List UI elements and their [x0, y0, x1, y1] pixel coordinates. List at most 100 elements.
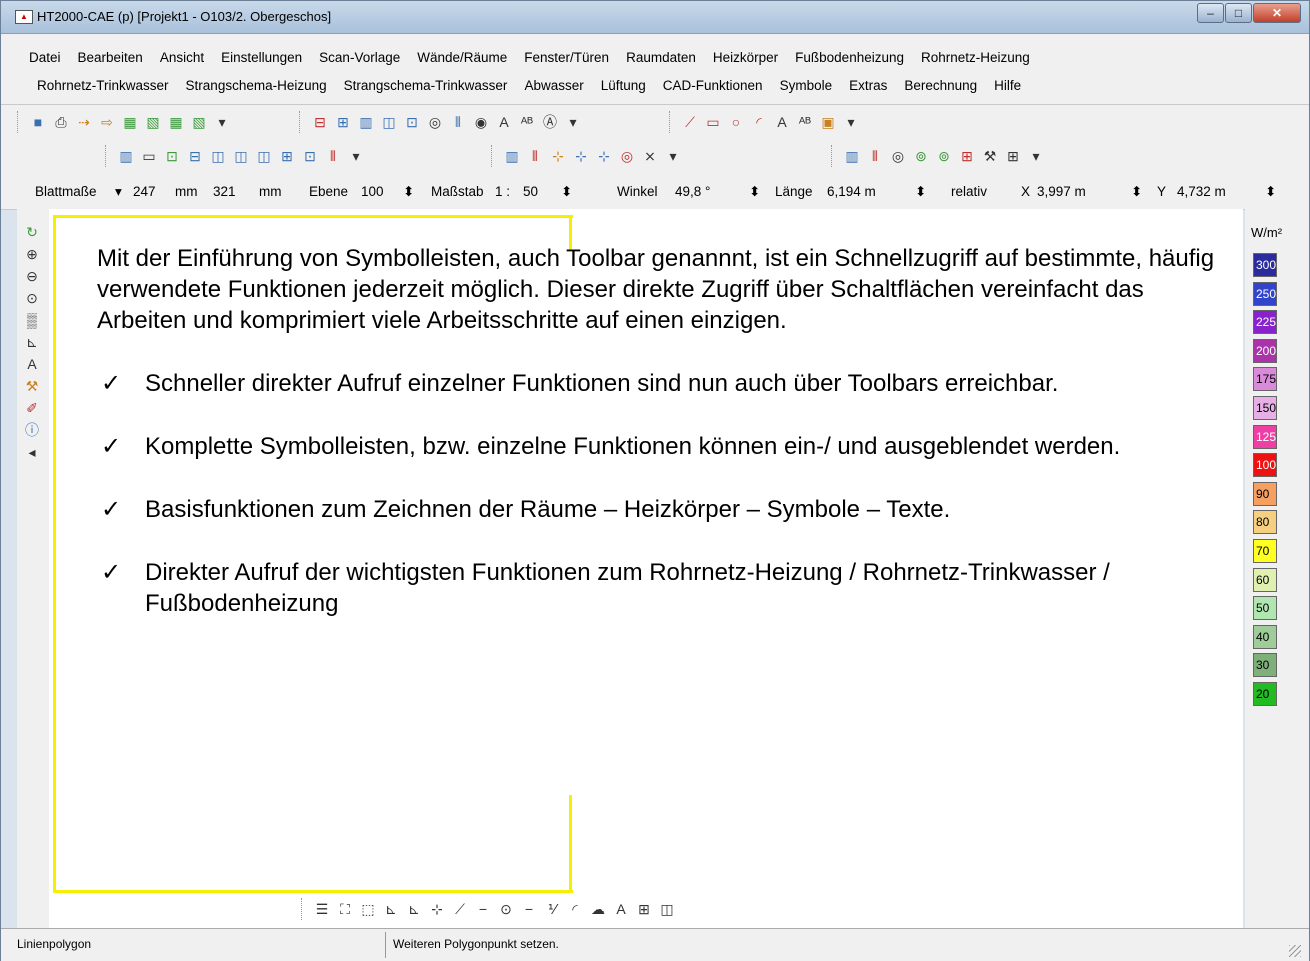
polygon-icon[interactable]: ⬚	[359, 900, 377, 918]
angle-icon[interactable]: ⊾	[382, 900, 400, 918]
table-icon[interactable]: ⊞	[1004, 147, 1022, 165]
dimension-icon[interactable]: −	[520, 900, 538, 918]
polygon-icon[interactable]: ⛶	[336, 900, 354, 918]
room-icon[interactable]: ⊡	[301, 147, 319, 165]
import-icon[interactable]: ⇢	[75, 113, 93, 131]
grid-icon[interactable]: ▒	[23, 311, 41, 329]
dwg-export-icon[interactable]: ▧	[190, 113, 208, 131]
toolbar-dropdown-icon[interactable]: ▾	[1027, 147, 1045, 165]
y-input[interactable]: 4,732 m	[1177, 184, 1226, 199]
menu-lueftung[interactable]: Lüftung	[601, 78, 646, 102]
toolbar-grip[interactable]	[105, 145, 109, 167]
radiator-icon[interactable]: ▥	[503, 147, 521, 165]
horizontal-line-icon[interactable]: −	[474, 900, 492, 918]
angle-icon[interactable]: ⊾	[23, 333, 41, 351]
menu-rohrnetz-heizung[interactable]: Rohrnetz-Heizung	[921, 50, 1030, 74]
menu-heizkoerper[interactable]: Heizkörper	[713, 50, 778, 74]
title-bar[interactable]: ▲ HT2000-CAE (p) [Projekt1 - O103/2. Obe…	[1, 1, 1309, 34]
export-icon[interactable]: ⇨	[98, 113, 116, 131]
maximize-button[interactable]: □	[1225, 3, 1252, 23]
menu-abwasser[interactable]: Abwasser	[524, 78, 583, 102]
menu-bearbeiten[interactable]: Bearbeiten	[78, 50, 143, 74]
menu-rohrnetz-trinkwasser[interactable]: Rohrnetz-Trinkwasser	[37, 78, 169, 102]
y-spinner-icon[interactable]: ⬍	[1265, 184, 1276, 200]
pipe-icon[interactable]: ⊹	[595, 147, 613, 165]
heater-icon[interactable]: ◫	[209, 147, 227, 165]
eraser-icon[interactable]: ✐	[23, 399, 41, 417]
distributor-icon[interactable]: ⊞	[958, 147, 976, 165]
wall-icon[interactable]: ⊟	[311, 113, 329, 131]
radiator-icon[interactable]: ▥	[843, 147, 861, 165]
target-icon[interactable]: ◎	[426, 113, 444, 131]
menu-cad-funktionen[interactable]: CAD-Funktionen	[663, 78, 763, 102]
x-spinner-icon[interactable]: ⬍	[1131, 184, 1142, 200]
pipe-icon[interactable]: ⊹	[549, 147, 567, 165]
menu-fenster-tueren[interactable]: Fenster/Türen	[524, 50, 609, 74]
menu-raumdaten[interactable]: Raumdaten	[626, 50, 696, 74]
toolbar-grip[interactable]	[669, 111, 673, 133]
ebene-input[interactable]: 100	[361, 184, 384, 199]
text-icon[interactable]: A	[773, 113, 791, 131]
line-icon[interactable]: ⟋	[681, 113, 699, 131]
laenge-spinner-icon[interactable]: ⬍	[915, 184, 926, 200]
zoom-fit-icon[interactable]: ⊙	[23, 289, 41, 307]
menu-hilfe[interactable]: Hilfe	[994, 78, 1021, 102]
minimize-button[interactable]: –	[1197, 3, 1224, 23]
dxf-export-icon[interactable]: ▦	[167, 113, 185, 131]
toolbar-dropdown-icon[interactable]: ▾	[564, 113, 582, 131]
toolbar-dropdown-icon[interactable]: ▾	[213, 113, 231, 131]
dxf-import-icon[interactable]: ▦	[121, 113, 139, 131]
circle-icon[interactable]: ⊙	[497, 900, 515, 918]
label-icon[interactable]: ᴬᴮ	[796, 113, 814, 131]
arc-icon[interactable]: ◜	[750, 113, 768, 131]
room-icon[interactable]: ⊡	[163, 147, 181, 165]
refresh-icon[interactable]: ↻	[23, 223, 41, 241]
symbol-icon[interactable]: ⚒	[981, 147, 999, 165]
toolbar-dropdown-icon[interactable]: ▾	[664, 147, 682, 165]
toolbar-dropdown-icon[interactable]: ▾	[347, 147, 365, 165]
toolbar-dropdown-icon[interactable]: ▾	[842, 113, 860, 131]
app-logo-icon[interactable]: ▲	[15, 10, 33, 24]
menu-datei[interactable]: Datei	[29, 50, 61, 74]
toolbar-grip[interactable]	[299, 111, 303, 133]
bars-icon[interactable]: ⫴	[449, 113, 467, 131]
x-input[interactable]: 3,997 m	[1037, 184, 1086, 199]
menu-waende-raeume[interactable]: Wände/Räume	[417, 50, 507, 74]
circle-icon[interactable]: ○	[727, 113, 745, 131]
radiator-icon[interactable]: ▥	[117, 147, 135, 165]
fitting-icon[interactable]: ⊚	[935, 147, 953, 165]
arc-icon[interactable]: ◜	[566, 900, 584, 918]
resize-grip[interactable]	[1289, 945, 1301, 957]
label-icon[interactable]: ᴬᴮ	[518, 113, 536, 131]
blattmasse-dropdown-icon[interactable]: ▾	[115, 184, 122, 200]
massstab-spinner-icon[interactable]: ⬍	[561, 184, 572, 200]
menu-extras[interactable]: Extras	[849, 78, 887, 102]
tool-icon[interactable]: ⚒	[23, 377, 41, 395]
menu-einstellungen[interactable]: Einstellungen	[221, 50, 302, 74]
room-icon[interactable]: ⊡	[403, 113, 421, 131]
target-icon[interactable]: ◎	[889, 147, 907, 165]
toolbar-grip[interactable]	[491, 145, 495, 167]
zoom-in-icon[interactable]: ⊕	[23, 245, 41, 263]
scale-icon[interactable]: ⅟	[543, 900, 561, 918]
cloud-icon[interactable]: ☁	[589, 900, 607, 918]
menu-ansicht[interactable]: Ansicht	[160, 50, 204, 74]
heater-icon[interactable]: ◫	[255, 147, 273, 165]
pump-icon[interactable]: ◎	[618, 147, 636, 165]
image-icon[interactable]: ▣	[819, 113, 837, 131]
text-icon[interactable]: A	[495, 113, 513, 131]
sheet-width-input[interactable]: 247	[133, 184, 156, 199]
zoom-out-icon[interactable]: ⊖	[23, 267, 41, 285]
toolbar-grip[interactable]	[17, 111, 21, 133]
massstab-input[interactable]: 50	[523, 184, 538, 199]
print-icon[interactable]: ⎙	[52, 113, 70, 131]
pipe-icon[interactable]: ⊹	[572, 147, 590, 165]
compass-icon[interactable]: Ⓐ	[541, 113, 559, 131]
close-button[interactable]: ✕	[1253, 3, 1301, 23]
radiator-icon[interactable]: ▥	[357, 113, 375, 131]
door-icon[interactable]: ◫	[658, 900, 676, 918]
menu-symbole[interactable]: Symbole	[780, 78, 833, 102]
fitting-icon[interactable]: ⊚	[912, 147, 930, 165]
blattmasse-label[interactable]: Blattmaße	[35, 184, 97, 199]
winkel-spinner-icon[interactable]: ⬍	[749, 184, 760, 200]
